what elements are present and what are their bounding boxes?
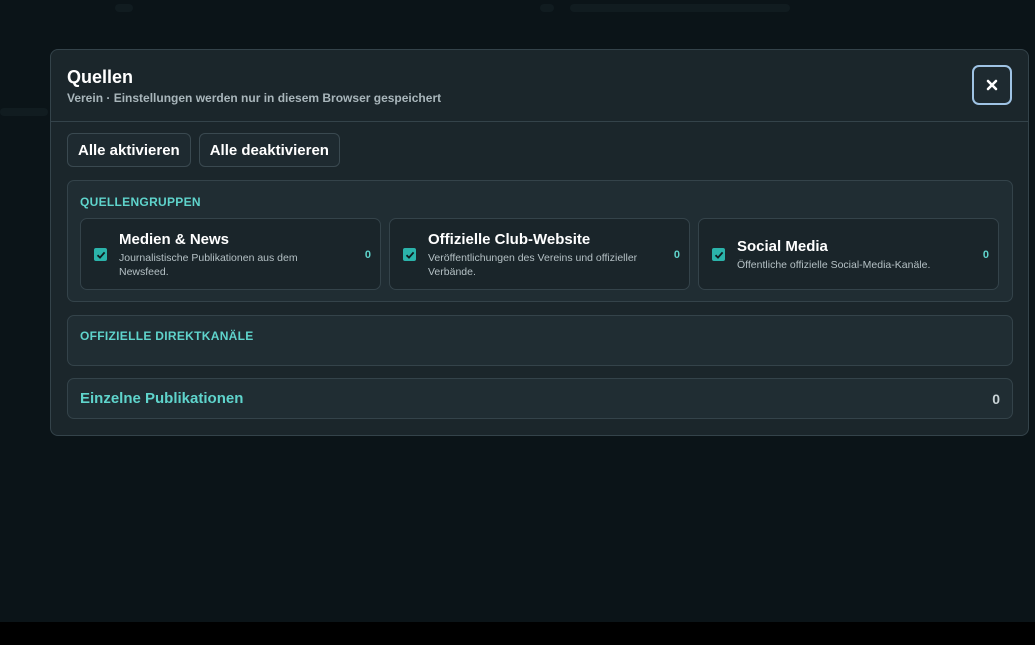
close-button[interactable] (972, 65, 1012, 105)
source-group-card-social-media[interactable]: Social Media Öffentliche offizielle Soci… (698, 218, 999, 290)
dialog-header: Quellen Verein · Einstellungen werden nu… (51, 50, 1028, 122)
card-count: 0 (982, 249, 989, 261)
card-description: Journalistische Publikationen aus dem Ne… (119, 252, 298, 278)
source-group-cards: Medien & News Journalistische Publikatio… (80, 218, 999, 290)
source-group-card-club-website[interactable]: Offizielle Club-Website Veröffentlichung… (389, 218, 690, 290)
single-publications-count: 0 (992, 391, 1000, 407)
close-icon (986, 79, 998, 91)
sources-dialog: Quellen Verein · Einstellungen werden nu… (50, 49, 1029, 436)
card-description: Veröffentlichungen des Vereins und offiz… (428, 252, 638, 278)
direct-channels-heading: OFFIZIELLE DIREKTKANÄLE (80, 329, 254, 343)
enable-all-button[interactable]: Alle aktivieren (67, 133, 191, 167)
dialog-title: Quellen (67, 67, 134, 87)
card-description: Öffentliche offizielle Social-Media-Kanä… (737, 259, 931, 271)
disable-all-button[interactable]: Alle deaktivieren (198, 133, 340, 167)
dialog-subtitle: Verein · Einstellungen werden nur in die… (67, 91, 442, 105)
checkbox-club-website[interactable] (403, 248, 416, 261)
source-groups-section: QUELLENGRUPPEN Medien & News Journalisti… (67, 180, 1013, 302)
checkbox-social-media[interactable] (712, 248, 725, 261)
card-title: Medien & News (119, 231, 230, 248)
checkmark-icon (405, 251, 414, 259)
source-groups-heading: QUELLENGRUPPEN (80, 195, 201, 209)
checkbox-media-news[interactable] (94, 248, 107, 261)
checkmark-icon (714, 251, 723, 259)
card-count: 0 (673, 249, 680, 261)
checkmark-icon (96, 251, 105, 259)
bulk-actions-toolbar: Alle aktivieren Alle deaktivieren (67, 133, 340, 167)
source-group-card-media-news[interactable]: Medien & News Journalistische Publikatio… (80, 218, 381, 290)
direct-channels-section: OFFIZIELLE DIREKTKANÄLE (67, 315, 1013, 366)
card-title: Social Media (737, 238, 828, 255)
single-publications-label: Einzelne Publikationen (80, 390, 244, 407)
card-title: Offizielle Club-Website (428, 231, 591, 248)
card-count: 0 (364, 249, 371, 261)
single-publications-row[interactable]: Einzelne Publikationen 0 (67, 378, 1013, 419)
